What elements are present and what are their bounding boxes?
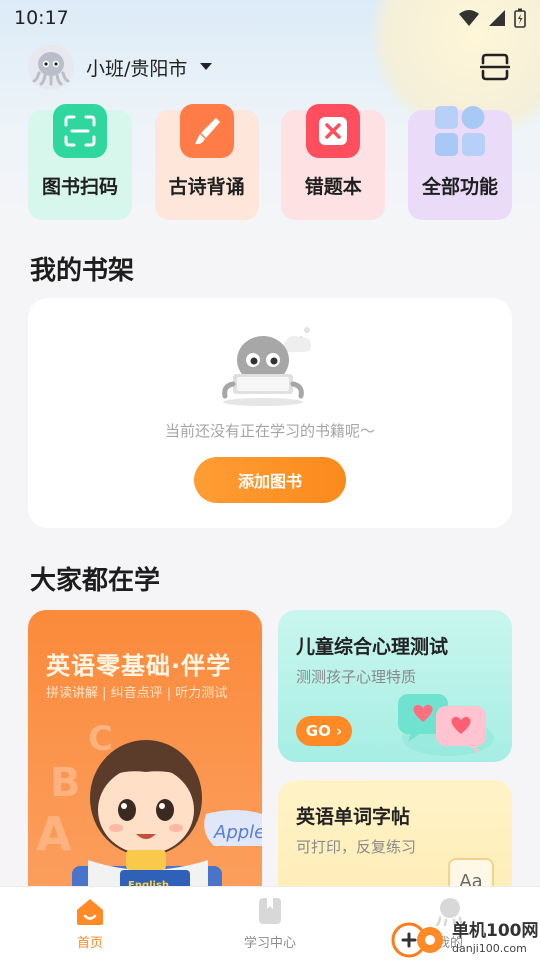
tab-home[interactable]: 首页: [30, 896, 150, 951]
tab-home-label: 首页: [76, 936, 103, 951]
home-icon: [77, 899, 103, 925]
battery-icon: [514, 8, 526, 28]
add-book-button[interactable]: 添加图书: [194, 457, 346, 503]
watermark-sub: danji100.com: [452, 941, 527, 955]
quick-action-poem[interactable]: 古诗背诵: [154, 104, 259, 220]
scan-button[interactable]: [478, 50, 512, 84]
signal-icon: [489, 10, 505, 26]
brush-icon: [179, 104, 234, 158]
tab-study-center-label: 学习中心: [243, 936, 296, 951]
promo-english-word-copybook[interactable]: 英语单词字帖 可打印，反复练习 Aa: [278, 780, 512, 900]
quick-actions: 图书扫码 古诗背诵 错题本 全部功能: [28, 104, 512, 222]
avatar[interactable]: [28, 44, 74, 90]
status-time: 10:17: [14, 7, 69, 29]
book-icon: [259, 898, 281, 924]
tab-study-center[interactable]: 学习中心: [210, 896, 330, 951]
bookshelf-title: 我的书架: [30, 256, 135, 286]
popular-title: 大家都在学: [30, 566, 161, 596]
location-selector[interactable]: 小班/贵阳市: [28, 44, 213, 90]
promo-english-title: 英语零基础·伴学: [46, 652, 232, 680]
quick-action-label: 古诗背诵: [168, 176, 245, 198]
quick-action-label: 错题本: [304, 176, 362, 198]
watermark-main: 单机100网: [452, 920, 539, 941]
grid-apps-icon: [433, 104, 487, 158]
chat-hearts-icon: [398, 694, 494, 756]
promo-english-zero-basics[interactable]: C B A 英语零基础·伴学 拼读讲解 | 纠音点评 | 听力测试 Englis…: [28, 610, 262, 910]
scan-icon: [480, 53, 510, 81]
octopus-avatar-icon: [32, 52, 70, 86]
watermark-text: 单机100网 danji100.com: [452, 920, 539, 955]
quick-action-book-scan[interactable]: 图书扫码: [28, 104, 132, 220]
status-bar: 10:17: [0, 0, 540, 36]
quick-action-wrong-book[interactable]: 错题本: [281, 104, 386, 220]
psych-test-title: 儿童综合心理测试: [296, 636, 449, 658]
top-header: 小班/贵阳市: [28, 44, 512, 90]
bookshelf-card: 当前还没有正在学习的书籍呢～ 添加图书: [28, 298, 512, 528]
empty-shelf-text: 当前还没有正在学习的书籍呢～: [164, 422, 375, 440]
word-copybook-title: 英语单词字帖: [296, 806, 411, 828]
status-icons: [458, 8, 526, 28]
dropdown-triangle-icon[interactable]: [199, 62, 213, 72]
quick-action-label: 全部功能: [421, 176, 498, 198]
go-button[interactable]: GO ›: [296, 716, 352, 746]
empty-octopus-illustration: [222, 327, 311, 406]
quick-action-label: 图书扫码: [41, 176, 118, 198]
location-label[interactable]: 小班/贵阳市: [86, 54, 187, 81]
promo-english-subtitle: 拼读讲解 | 纠音点评 | 听力测试: [46, 686, 228, 701]
word-copybook-subtitle: 可打印，反复练习: [296, 838, 417, 856]
site-watermark: 单机100网 danji100.com: [390, 916, 540, 960]
wifi-icon: [459, 10, 479, 26]
quick-action-all-features[interactable]: 全部功能: [407, 106, 512, 220]
wrong-x-icon: [306, 104, 361, 158]
boy-reading-illustration: English Apple: [72, 740, 262, 910]
promo-child-psych-test[interactable]: 儿童综合心理测试 测测孩子心理特质 GO ›: [278, 610, 512, 762]
scan-book-icon: [53, 104, 107, 158]
apple-word-text: Apple: [213, 822, 262, 843]
watermark-logo-icon: [391, 922, 443, 958]
